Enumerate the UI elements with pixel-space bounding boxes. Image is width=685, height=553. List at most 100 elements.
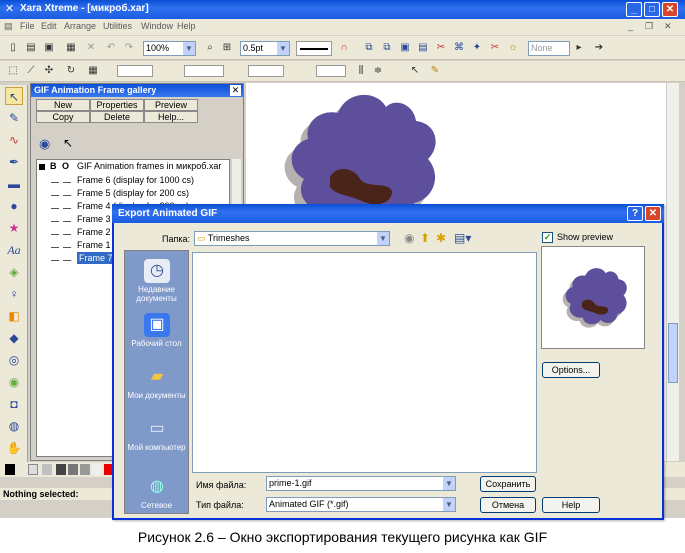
pen-tool-icon[interactable]: ✒ <box>5 153 23 171</box>
menu-arrange[interactable]: Arrange <box>64 21 96 31</box>
overlay-checkbox[interactable] <box>63 187 71 196</box>
group-icon[interactable]: ▣ <box>398 41 412 55</box>
gallery-preview-button[interactable]: Preview <box>144 99 198 111</box>
up-folder-icon[interactable]: ⬆ <box>420 231 430 245</box>
menu-utilities[interactable]: Utilities <box>103 21 132 31</box>
overlay-checkbox[interactable] <box>63 226 71 235</box>
rectangle-tool-icon[interactable]: ▬ <box>5 175 23 193</box>
arrange-front-icon[interactable]: ⧉ <box>362 41 376 55</box>
arrange-back-icon[interactable]: ⧉ <box>380 41 394 55</box>
blend-tool-icon[interactable]: ◧ <box>5 307 23 325</box>
background-checkbox[interactable] <box>51 174 59 183</box>
gallery-help-button[interactable]: Help... <box>144 111 198 123</box>
background-checkbox[interactable] <box>51 239 59 248</box>
swatch-no-colour[interactable] <box>28 464 38 475</box>
save-button[interactable]: Сохранить <box>480 476 536 492</box>
zoom-tool-icon[interactable]: ⌕ <box>203 41 217 55</box>
effects-icon[interactable]: ☼ <box>506 41 520 55</box>
save-icon[interactable]: ▣ <box>42 41 56 55</box>
collapse-icon[interactable] <box>39 164 45 170</box>
place-recent[interactable]: Недавние документы <box>125 285 188 303</box>
dialog-close-icon[interactable]: ✕ <box>645 206 661 221</box>
undo-icon[interactable]: ↶ <box>104 41 118 55</box>
apply-arrow-icon[interactable]: ▸ <box>572 41 586 55</box>
menu-help[interactable]: Help <box>177 21 196 31</box>
menu-file[interactable]: File <box>20 21 35 31</box>
background-checkbox[interactable] <box>51 226 59 235</box>
forward-icon[interactable]: ➔ <box>592 41 606 55</box>
overlay-checkbox[interactable] <box>63 174 71 183</box>
zoom-combo[interactable]: 100% ▼ <box>143 41 196 56</box>
flip-vertical-icon[interactable]: ≑ <box>371 64 385 78</box>
minimize-button[interactable]: _ <box>626 2 642 17</box>
overlay-checkbox[interactable] <box>63 200 71 209</box>
ungroup-icon[interactable]: ▤ <box>416 41 430 55</box>
frame-row[interactable]: Frame 6 (display for 1000 cs) <box>37 174 229 186</box>
shapes-icon[interactable]: ✦ <box>470 41 484 55</box>
eye-icon[interactable]: ◉ <box>39 136 50 152</box>
document-icon[interactable]: ▤ <box>4 21 13 32</box>
x-position-field[interactable] <box>117 65 153 77</box>
select-mode-icon[interactable]: ⬚ <box>6 64 20 78</box>
shadow-tool-icon[interactable]: ◘ <box>5 395 23 413</box>
line-width-combo[interactable]: 0.5pt ▼ <box>240 41 290 56</box>
combine-icon[interactable]: ✂ <box>434 41 448 55</box>
menu-edit[interactable]: Edit <box>41 21 57 31</box>
bounds-icon[interactable]: ↖ <box>408 64 422 78</box>
file-list[interactable] <box>192 252 537 473</box>
new-document-icon[interactable]: ▯ <box>6 41 20 55</box>
transparency-tool-icon[interactable]: ♀ <box>5 285 23 303</box>
gallery-new-button[interactable]: New <box>36 99 90 111</box>
scale-field[interactable] <box>248 65 284 77</box>
contour-tool-icon[interactable]: ◎ <box>5 351 23 369</box>
swatch-grey-2[interactable] <box>80 464 90 475</box>
close-window-button[interactable]: ✕ <box>662 2 678 17</box>
filename-input[interactable]: prime-1.gif ▼ <box>266 476 456 491</box>
my-computer-icon[interactable]: ▭ <box>144 417 170 441</box>
place-desktop[interactable]: Рабочий стол <box>125 339 188 348</box>
paste-icon[interactable]: ▦ <box>64 41 78 55</box>
doc-restore-button[interactable]: ❐ <box>645 21 653 32</box>
background-checkbox[interactable] <box>51 200 59 209</box>
angle-field[interactable] <box>316 65 346 77</box>
gallery-properties-button[interactable]: Properties <box>90 99 144 111</box>
pointer-icon[interactable]: ↖ <box>63 136 73 150</box>
filetype-select[interactable]: Animated GIF (*.gif) ▼ <box>266 497 456 512</box>
ellipse-tool-icon[interactable]: ● <box>5 197 23 215</box>
scroll-thumb[interactable] <box>668 323 678 383</box>
zoom-tool-icon-2[interactable]: ◍ <box>5 417 23 435</box>
background-checkbox[interactable] <box>51 213 59 222</box>
bevel-tool-icon[interactable]: ◉ <box>5 373 23 391</box>
delete-icon[interactable]: ✕ <box>84 41 98 55</box>
zoom-drawing-icon[interactable]: ⊞ <box>220 41 234 55</box>
swatch-black[interactable] <box>5 464 15 475</box>
doc-minimize-button[interactable]: _ <box>628 21 633 31</box>
freehand-tool-icon[interactable]: ✎ <box>5 109 23 127</box>
mould-tool-icon[interactable]: ◆ <box>5 329 23 347</box>
line-style-combo[interactable] <box>296 41 332 56</box>
background-checkbox[interactable] <box>51 252 59 261</box>
place-network[interactable]: Сетевое <box>125 501 188 510</box>
swatch-mid-grey[interactable] <box>68 464 78 475</box>
overlay-checkbox[interactable] <box>63 239 71 248</box>
gallery-close-icon[interactable]: ✕ <box>230 85 241 96</box>
text-tool-icon[interactable]: Aa <box>5 241 23 259</box>
push-tool-icon[interactable]: ✋ <box>5 439 23 457</box>
break-icon[interactable]: ⌘ <box>452 41 466 55</box>
gallery-delete-button[interactable]: Delete <box>90 111 144 123</box>
open-icon[interactable]: ▤ <box>24 41 38 55</box>
quickshape-tool-icon[interactable]: ★ <box>5 219 23 237</box>
lock-icon[interactable]: ✎ <box>428 64 442 78</box>
frame-row[interactable]: Frame 5 (display for 200 cs) <box>37 187 229 199</box>
my-documents-icon[interactable]: ▰ <box>144 365 170 389</box>
options-button[interactable]: Options... <box>542 362 600 378</box>
canvas-vertical-scrollbar[interactable] <box>666 83 679 461</box>
place-my-documents[interactable]: Мои документы <box>125 391 188 400</box>
line-mode-icon[interactable]: ⟋ <box>24 64 38 78</box>
recent-documents-icon[interactable]: ◷ <box>144 259 170 283</box>
swatch-light-grey[interactable] <box>92 464 102 475</box>
gallery-copy-button[interactable]: Copy <box>36 111 90 123</box>
width-field[interactable] <box>184 65 224 77</box>
overlay-checkbox[interactable] <box>63 252 71 261</box>
cancel-button[interactable]: Отмена <box>480 497 536 513</box>
